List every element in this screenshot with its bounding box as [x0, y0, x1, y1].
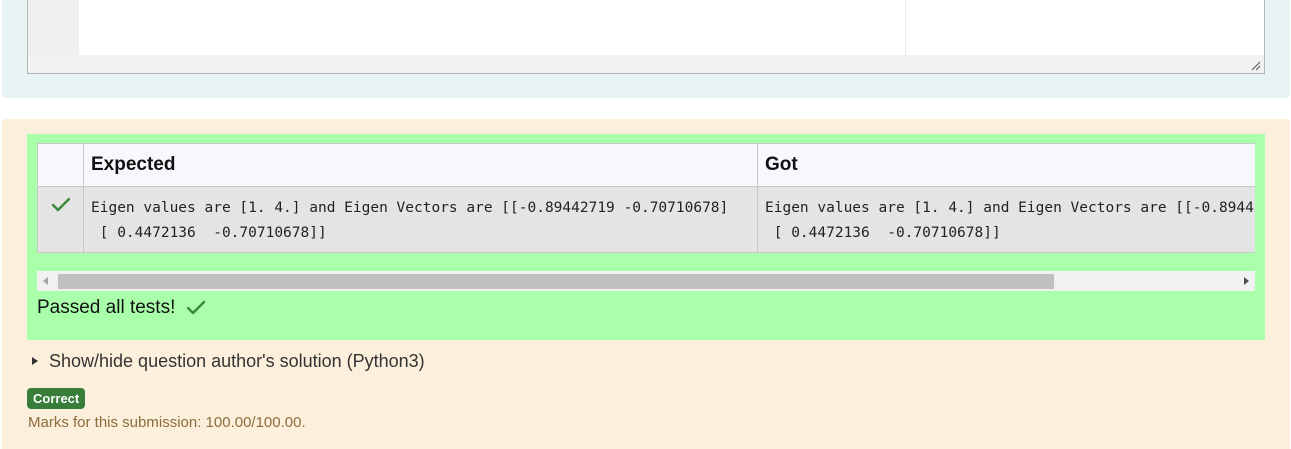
editor-content[interactable]: [79, 0, 1264, 55]
solution-toggle[interactable]: Show/hide question author's solution (Py…: [32, 349, 425, 373]
check-icon: [51, 197, 70, 212]
scroll-left-arrow-icon[interactable]: [43, 277, 48, 285]
got-cell: Eigen values are [1. 4.] and Eigen Vecto…: [757, 186, 1255, 253]
passed-text: Passed all tests!: [37, 297, 176, 318]
code-editor[interactable]: [27, 0, 1265, 74]
editor-gutter: [28, 0, 79, 55]
editor-print-margin: [905, 0, 906, 55]
expand-triangle-icon: [32, 357, 38, 365]
expected-cell: Eigen values are [1. 4.] and Eigen Vecto…: [83, 186, 758, 253]
header-expected: Expected: [83, 143, 758, 187]
marks-text: Marks for this submission: 100.00/100.00…: [28, 414, 306, 431]
solution-toggle-label: Show/hide question author's solution (Py…: [49, 350, 425, 371]
results-header-row: Expected Got: [37, 143, 1255, 187]
resize-handle-icon[interactable]: [1251, 61, 1261, 71]
scroll-thumb[interactable]: [58, 274, 1054, 289]
horizontal-scrollbar[interactable]: [37, 271, 1255, 291]
table-row: Eigen values are [1. 4.] and Eigen Vecto…: [37, 186, 1255, 253]
answer-panel: [2, 0, 1290, 98]
header-got: Got: [757, 143, 1255, 187]
passed-check-icon: [186, 300, 206, 316]
results-table: Expected Got Eigen values are [1. 4.] an…: [37, 143, 1255, 253]
results-table-viewport: Expected Got Eigen values are [1. 4.] an…: [37, 143, 1255, 253]
test-results: Expected Got Eigen values are [1. 4.] an…: [27, 134, 1265, 340]
passed-all-tests: Passed all tests!: [37, 294, 206, 322]
editor-footer: [28, 55, 1264, 73]
feedback-panel: Expected Got Eigen values are [1. 4.] an…: [2, 119, 1290, 449]
status-cell: [37, 186, 84, 253]
scroll-right-arrow-icon[interactable]: [1244, 277, 1249, 285]
header-status: [37, 143, 84, 187]
correct-badge: Correct: [27, 388, 86, 409]
